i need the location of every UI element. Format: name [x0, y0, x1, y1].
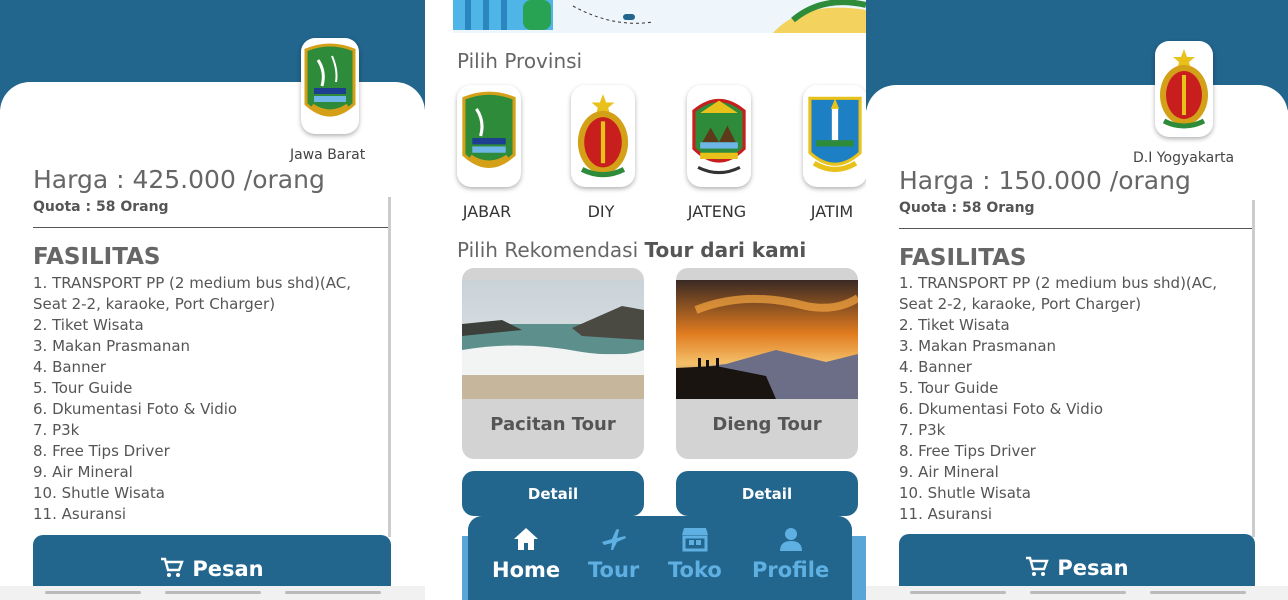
facility-item: 8. Free Tips Driver	[33, 442, 170, 460]
recommend-title-bold: Tour dari kami	[644, 238, 807, 262]
province-label: JATIM	[810, 202, 854, 221]
divider	[899, 228, 1255, 229]
province-card-jatim[interactable]	[803, 85, 866, 187]
facility-item: 10. Shutle Wisata	[899, 484, 1031, 502]
bottom-navigation: Home Tour Toko Profile	[468, 516, 852, 600]
tour-card-pacitan[interactable]: Pacitan Tour	[462, 268, 644, 459]
province-card-diy[interactable]	[571, 85, 635, 187]
nav-label: Home	[492, 558, 561, 582]
nav-toko[interactable]: Toko	[668, 526, 722, 582]
order-label: Pesan	[192, 557, 264, 581]
detail-screen-jabar: Jawa Barat Harga : 425.000 /orang Quota …	[0, 0, 425, 600]
quota-label: Quota : 58 Orang	[899, 200, 1035, 216]
facility-item: 11. Asuransi	[899, 505, 993, 523]
facility-item: 4. Banner	[899, 358, 972, 376]
nav-label: Profile	[752, 558, 830, 582]
tour-photo-dieng	[676, 280, 858, 399]
screens-collage: Jawa Barat Harga : 425.000 /orang Quota …	[0, 0, 1288, 600]
province-card-jabar[interactable]	[457, 85, 521, 187]
divider	[33, 227, 390, 228]
price-label: Harga : 150.000 /orang	[899, 166, 1191, 195]
detail-screen-diy: D.I Yogyakarta Harga : 150.000 /orang Qu…	[866, 0, 1288, 600]
facility-item: 9. Air Mineral	[33, 463, 133, 481]
system-nav-bar	[0, 586, 425, 600]
province-section-title: Pilih Provinsi	[457, 49, 583, 73]
facility-item: 7. P3k	[33, 421, 80, 439]
diy-emblem-icon	[577, 94, 629, 178]
next-card-peek	[850, 536, 866, 600]
scrollbar[interactable]	[1252, 200, 1255, 537]
nav-home[interactable]: Home	[492, 526, 560, 582]
detail-button-dieng[interactable]: Detail	[676, 471, 858, 516]
tour-card-dieng[interactable]: Dieng Tour	[676, 268, 858, 459]
person-icon	[779, 528, 802, 551]
facilities-title: FASILITAS	[33, 244, 161, 270]
store-icon	[681, 528, 708, 552]
facility-item: 9. Air Mineral	[899, 463, 999, 481]
facilities-list: 1. TRANSPORT PP (2 medium bus shd)(AC, S…	[33, 273, 383, 525]
tour-name: Pacitan Tour	[490, 414, 616, 435]
recommend-title-regular: Pilih Rekomendasi	[457, 238, 639, 262]
system-nav-bar	[866, 586, 1288, 600]
jateng-emblem-icon	[692, 98, 746, 175]
diy-emblem-icon	[1155, 41, 1213, 137]
scrollbar[interactable]	[388, 197, 391, 537]
tour-photo-pacitan	[462, 280, 644, 399]
facility-item: 6. Dkumentasi Foto & Vidio	[899, 400, 1104, 418]
recommend-section-title: Pilih Rekomendasi Tour dari kami	[457, 238, 806, 262]
facility-item: 2. Tiket Wisata	[899, 316, 1010, 334]
facility-item: 2. Tiket Wisata	[33, 316, 144, 334]
province-label: DIY	[587, 202, 615, 221]
cart-icon	[1026, 556, 1050, 576]
order-label: Pesan	[1057, 556, 1129, 580]
facility-item: 8. Free Tips Driver	[899, 442, 1036, 460]
province-name: Jawa Barat	[290, 147, 366, 163]
facility-item: 3. Makan Prasmanan	[899, 337, 1057, 355]
facility-item: 4. Banner	[33, 358, 106, 376]
facility-item: 7. P3k	[899, 421, 946, 439]
cart-icon	[161, 557, 185, 577]
quota-label: Quota : 58 Orang	[33, 199, 169, 215]
facilities-list: 1. TRANSPORT PP (2 medium bus shd)(AC, S…	[899, 273, 1249, 525]
province-label: JABAR	[462, 202, 512, 221]
home-icon	[514, 528, 539, 550]
province-card-jateng[interactable]	[687, 85, 751, 187]
tour-name: Dieng Tour	[712, 414, 822, 435]
facility-item: 1. TRANSPORT PP (2 medium bus shd)(AC, S…	[33, 274, 352, 313]
jatim-emblem-icon	[808, 96, 862, 173]
province-label: JATENG	[687, 202, 747, 221]
promo-banner[interactable]	[453, 0, 866, 33]
nav-label: Toko	[668, 558, 722, 582]
nav-label: Tour	[588, 558, 640, 582]
province-name: D.I Yogyakarta	[1133, 150, 1235, 166]
facility-item: 5. Tour Guide	[899, 379, 999, 397]
jabar-emblem-icon	[462, 91, 516, 168]
facility-item: 1. TRANSPORT PP (2 medium bus shd)(AC, S…	[899, 274, 1218, 313]
jabar-emblem-icon	[301, 38, 359, 134]
facility-item: 10. Shutle Wisata	[33, 484, 165, 502]
home-screen: Pilih Provinsi JABAR DIY JATENG JATIM Pi…	[425, 0, 866, 600]
facilities-title: FASILITAS	[899, 245, 1027, 271]
facility-item: 11. Asuransi	[33, 505, 127, 523]
facility-item: 6. Dkumentasi Foto & Vidio	[33, 400, 238, 418]
detail-button-pacitan[interactable]: Detail	[462, 471, 644, 516]
facility-item: 5. Tour Guide	[33, 379, 133, 397]
airplane-icon	[601, 529, 626, 550]
nav-tour[interactable]: Tour	[588, 526, 639, 582]
price-label: Harga : 425.000 /orang	[33, 165, 325, 194]
nav-profile[interactable]: Profile	[752, 526, 829, 582]
facility-item: 3. Makan Prasmanan	[33, 337, 191, 355]
